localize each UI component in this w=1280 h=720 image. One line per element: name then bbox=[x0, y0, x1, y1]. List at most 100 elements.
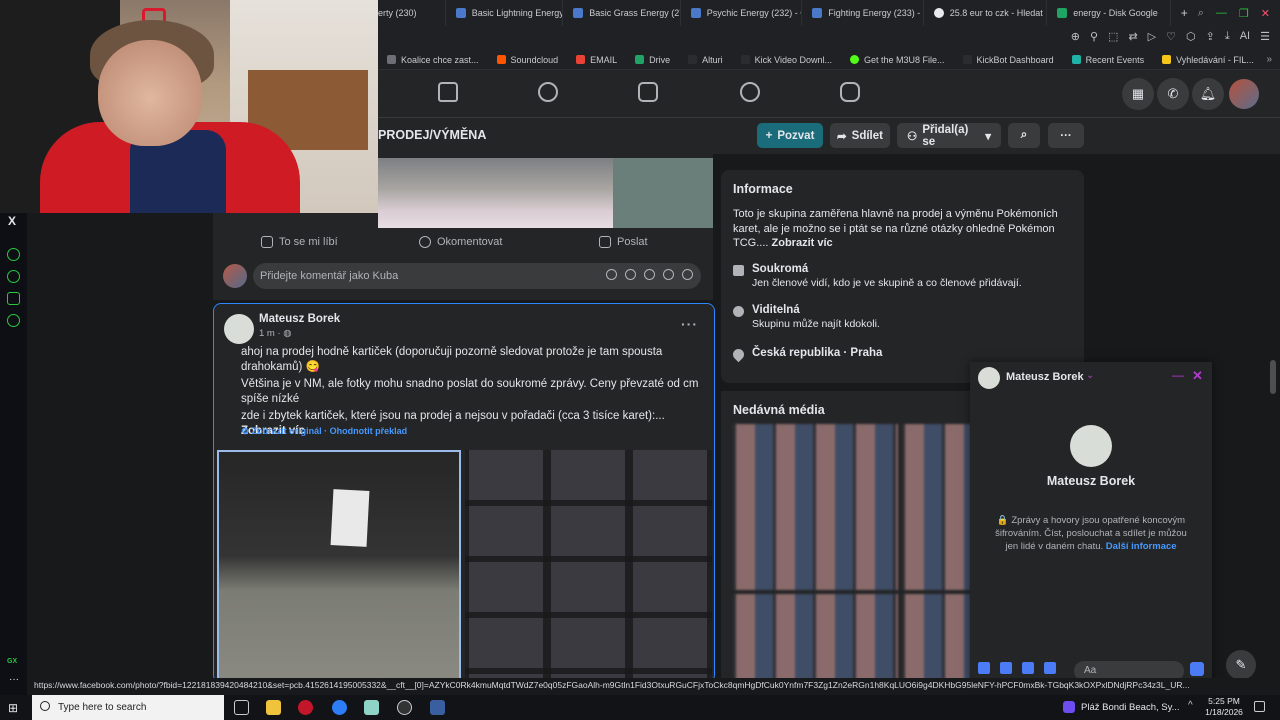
messenger-icon[interactable]: ✆ bbox=[1157, 78, 1189, 110]
post-author[interactable]: Mateusz Borek bbox=[259, 313, 340, 325]
chat-profile-name[interactable]: Mateusz Borek bbox=[970, 474, 1212, 488]
home-icon[interactable] bbox=[438, 82, 458, 102]
maximize-icon[interactable]: ❐ bbox=[1239, 7, 1249, 20]
play-icon[interactable] bbox=[7, 248, 20, 261]
avatar-sticker-icon[interactable] bbox=[606, 269, 617, 280]
media-thumbnail[interactable] bbox=[902, 594, 971, 683]
file-explorer-icon[interactable] bbox=[266, 700, 281, 715]
calculator-icon[interactable] bbox=[430, 700, 445, 715]
bookmarks-overflow-button[interactable]: » bbox=[1266, 54, 1280, 65]
browser-tab[interactable]: Fighting Energy (233) - C bbox=[802, 0, 924, 26]
post-photo[interactable] bbox=[217, 450, 461, 682]
screenshot-icon[interactable]: ⬚ bbox=[1108, 30, 1118, 43]
bookmark[interactable]: Drive bbox=[626, 55, 679, 65]
post-image[interactable] bbox=[613, 158, 713, 228]
marketplace-icon[interactable] bbox=[638, 82, 658, 102]
minimize-icon[interactable]: — bbox=[1172, 368, 1184, 382]
bookmark[interactable]: Soundcloud bbox=[488, 55, 568, 65]
pin-icon[interactable]: ⚲ bbox=[1090, 30, 1098, 43]
scrollbar[interactable] bbox=[1270, 360, 1276, 394]
search-icon[interactable]: ⌕ bbox=[1198, 7, 1204, 20]
tray-chevron-icon[interactable]: ^ bbox=[1188, 700, 1193, 711]
more-icon[interactable]: ··· bbox=[9, 674, 19, 685]
clock-icon[interactable] bbox=[7, 270, 20, 283]
bookmark[interactable]: Koalice chce zast... bbox=[378, 55, 488, 65]
gif-icon[interactable] bbox=[1044, 662, 1056, 674]
post-time[interactable]: 1 m · bbox=[259, 328, 283, 339]
camera-icon[interactable] bbox=[644, 269, 655, 280]
like-button[interactable]: To se mi líbí bbox=[261, 236, 338, 248]
browser-tab[interactable]: energy - Disk Google bbox=[1047, 0, 1171, 26]
menu-icon[interactable]: ☰ bbox=[1260, 30, 1270, 43]
joined-button[interactable]: ⚇ Přidal(a) se ▾ bbox=[897, 123, 1001, 148]
send-button[interactable]: Poslat bbox=[599, 236, 648, 248]
rate-translation-link[interactable]: Ohodnotit překlad bbox=[330, 426, 408, 436]
avatar[interactable] bbox=[1070, 425, 1112, 467]
notifications-icon[interactable] bbox=[1254, 701, 1265, 712]
thumbs-up-icon[interactable] bbox=[1190, 662, 1204, 676]
chevron-down-icon[interactable]: ⌄ bbox=[1086, 370, 1094, 381]
more-options-button[interactable]: ··· bbox=[1048, 123, 1084, 148]
avatar[interactable] bbox=[1229, 79, 1259, 109]
browser-tab[interactable]: Psychic Energy (232) - C... bbox=[681, 0, 803, 26]
group-search-button[interactable]: ⌕ bbox=[1008, 123, 1040, 148]
translate-icon[interactable]: ⇄ bbox=[1128, 30, 1137, 43]
windows-start-icon[interactable]: ⊞ bbox=[8, 701, 18, 715]
minimize-icon[interactable]: — bbox=[1216, 7, 1227, 20]
opera-gx-icon[interactable] bbox=[298, 700, 313, 715]
task-view-icon[interactable] bbox=[234, 700, 249, 715]
bookmark[interactable]: Get the M3U8 File... bbox=[841, 55, 954, 65]
extensions-icon[interactable] bbox=[7, 292, 20, 305]
chat-contact-name[interactable]: Mateusz Borek bbox=[1006, 371, 1084, 383]
heart-icon[interactable]: ♡ bbox=[1166, 30, 1176, 43]
close-icon[interactable]: ✕ bbox=[1261, 7, 1270, 20]
bookmark[interactable]: EMAIL bbox=[567, 55, 626, 65]
new-tab-button[interactable]: + bbox=[1171, 0, 1198, 26]
share-button[interactable]: ➦ Sdílet bbox=[830, 123, 890, 148]
invite-button[interactable]: + Pozvat bbox=[757, 123, 823, 148]
app-icon[interactable] bbox=[364, 700, 379, 715]
post-image[interactable] bbox=[378, 158, 613, 228]
media-thumbnail[interactable] bbox=[733, 594, 898, 683]
more-info-link[interactable]: Další informace bbox=[1106, 541, 1177, 552]
sticker-icon[interactable] bbox=[1022, 662, 1034, 674]
obs-icon[interactable] bbox=[397, 700, 412, 715]
microphone-icon[interactable] bbox=[978, 662, 990, 674]
browser-tab[interactable]: Basic Lightning Energy [... bbox=[446, 0, 564, 26]
bookmark[interactable]: Vyhledávání - FIL... bbox=[1153, 55, 1263, 65]
close-icon[interactable]: ✕ bbox=[1192, 368, 1203, 384]
chrome-icon[interactable] bbox=[332, 700, 347, 715]
sticker-icon[interactable] bbox=[682, 269, 693, 280]
notifications-icon[interactable]: 🔔︎ bbox=[1192, 78, 1224, 110]
settings-icon[interactable] bbox=[7, 314, 20, 327]
share-icon[interactable]: ⇪ bbox=[1206, 30, 1215, 43]
download-icon[interactable]: ⤓ bbox=[1225, 30, 1230, 43]
extensions-icon[interactable]: ⬡ bbox=[1186, 30, 1196, 43]
system-clock[interactable]: 5:25 PM 1/18/2026 bbox=[1200, 696, 1248, 718]
avatar[interactable] bbox=[978, 367, 1000, 389]
taskbar-search[interactable]: Type here to search bbox=[32, 695, 224, 720]
friends-icon[interactable] bbox=[538, 82, 558, 102]
bookmark[interactable]: Kick Video Downl... bbox=[732, 55, 841, 65]
play-icon[interactable]: ▷ bbox=[1148, 30, 1156, 43]
post-photo[interactable] bbox=[465, 450, 712, 682]
menu-grid-icon[interactable]: ▦ bbox=[1122, 78, 1154, 110]
post-options-button[interactable]: ··· bbox=[681, 316, 698, 332]
media-thumbnail[interactable] bbox=[733, 424, 898, 590]
zoom-icon[interactable]: ⊕ bbox=[1071, 30, 1080, 43]
groups-icon[interactable] bbox=[740, 82, 760, 102]
show-original-link[interactable]: Zobrazit originál bbox=[252, 426, 322, 436]
browser-tab[interactable]: Basic Grass Energy (278... bbox=[563, 0, 681, 26]
comment-input[interactable]: Přidejte komentář jako Kuba bbox=[253, 263, 701, 289]
new-message-button[interactable]: ✎ bbox=[1226, 650, 1256, 680]
image-icon[interactable] bbox=[1000, 662, 1012, 674]
comment-button[interactable]: Okomentovat bbox=[419, 236, 502, 248]
browser-tab[interactable]: 25.8 eur to czk - Hledat bbox=[924, 0, 1048, 26]
bookmark[interactable]: Alturi bbox=[679, 55, 732, 65]
media-thumbnail[interactable] bbox=[902, 424, 971, 590]
avatar[interactable] bbox=[224, 314, 254, 344]
location-text[interactable]: Česká republika · Praha bbox=[752, 347, 882, 360]
see-more-link[interactable]: Zobrazit víc bbox=[772, 237, 833, 249]
gif-icon[interactable] bbox=[663, 269, 674, 280]
emoji-icon[interactable] bbox=[625, 269, 636, 280]
